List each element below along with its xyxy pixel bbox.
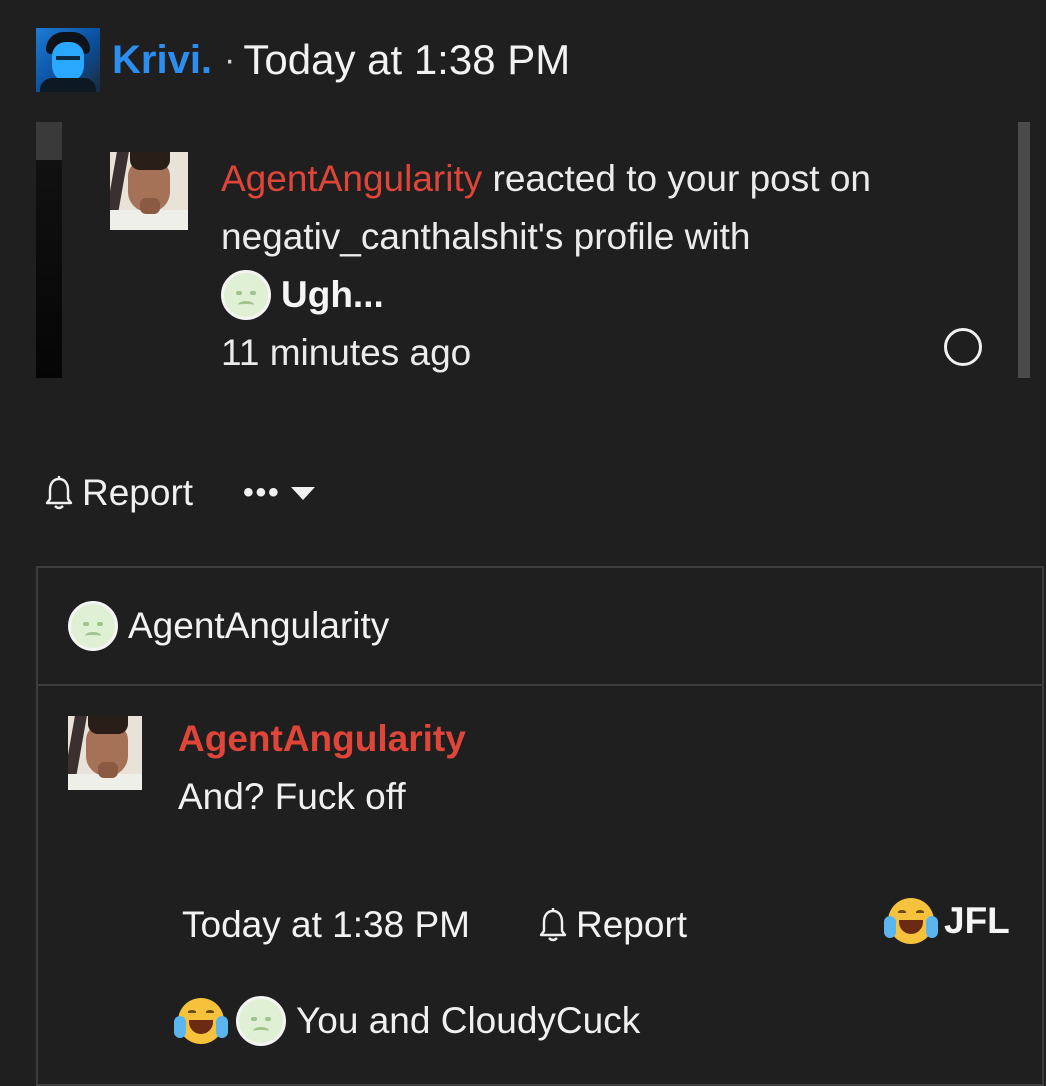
notification-actor-link[interactable]: AgentAngularity bbox=[221, 158, 482, 199]
reactions-summary-text: You and CloudyCuck bbox=[296, 1000, 641, 1041]
ugh-emoji-icon bbox=[68, 601, 118, 651]
post-actions: Report ••• bbox=[44, 472, 315, 514]
reply-react-label: JFL bbox=[944, 900, 1010, 941]
post-timestamp[interactable]: Today at 1:38 PM bbox=[243, 36, 570, 84]
notification-text-part2[interactable]: negativ_canthalshit's profile with bbox=[221, 208, 1001, 266]
reactions-summary[interactable]: You and CloudyCuck bbox=[174, 996, 641, 1046]
bell-icon bbox=[539, 908, 567, 942]
scrollbar[interactable] bbox=[1018, 122, 1030, 378]
laughing-crying-emoji-icon bbox=[884, 898, 938, 944]
reply-message-text: And? Fuck off bbox=[178, 776, 406, 817]
circle-icon[interactable] bbox=[944, 328, 982, 366]
notification-time: 11 minutes ago bbox=[221, 332, 472, 373]
bell-icon bbox=[45, 476, 73, 510]
reply-react-button[interactable]: JFL bbox=[884, 898, 1010, 944]
reply-author-avatar[interactable] bbox=[68, 716, 142, 790]
post-author-link[interactable]: Krivi. bbox=[112, 38, 212, 83]
report-button[interactable]: Report bbox=[82, 472, 193, 514]
caret-down-icon bbox=[290, 486, 315, 500]
notification-text-part1: reacted to your post on bbox=[482, 158, 871, 199]
reply-author-link[interactable]: AgentAngularity bbox=[178, 718, 466, 760]
quoted-notification: AgentAngularity reacted to your post on … bbox=[36, 122, 1044, 378]
reply-timestamp[interactable]: Today at 1:38 PM bbox=[182, 904, 470, 946]
reactor-row: AgentAngularity bbox=[38, 568, 1042, 686]
laughing-crying-emoji-icon bbox=[174, 998, 228, 1044]
notification-avatar[interactable] bbox=[110, 152, 188, 230]
reply-report-label: Report bbox=[576, 904, 688, 945]
ellipsis-icon: ••• bbox=[243, 476, 281, 509]
notification-text: AgentAngularity reacted to your post on … bbox=[221, 150, 1001, 382]
reactor-name[interactable]: AgentAngularity bbox=[128, 605, 389, 647]
ugh-emoji-icon bbox=[236, 996, 286, 1046]
reply-report-button[interactable]: Report bbox=[538, 904, 687, 946]
reaction-label: Ugh... bbox=[281, 274, 384, 315]
more-options-button[interactable]: ••• bbox=[243, 476, 315, 510]
reply-container: AgentAngularity AgentAngularity And? Fuc… bbox=[36, 566, 1044, 1086]
ugh-emoji-icon bbox=[221, 270, 271, 320]
user-avatar[interactable] bbox=[36, 28, 100, 92]
post-header: Krivi. · Today at 1:38 PM bbox=[36, 28, 570, 92]
quote-bar bbox=[36, 122, 62, 378]
separator-dot: · bbox=[224, 40, 236, 79]
